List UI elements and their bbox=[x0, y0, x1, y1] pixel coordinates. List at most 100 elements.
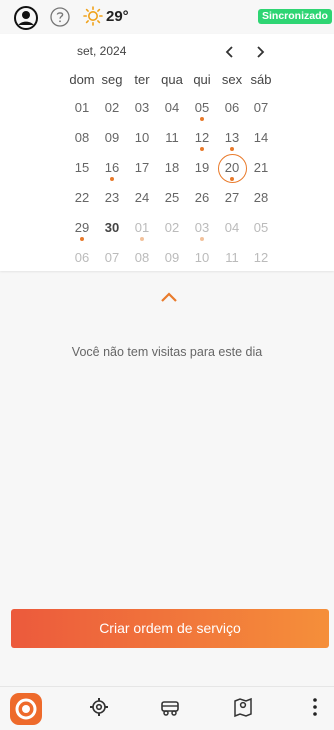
bottom-navigation bbox=[0, 686, 334, 726]
calendar-day[interactable]: 19 bbox=[187, 155, 217, 185]
visit-indicator-dot bbox=[80, 237, 84, 241]
calendar-day[interactable]: 13 bbox=[217, 125, 247, 155]
weekday-label: seg bbox=[101, 72, 123, 87]
visit-indicator-dot bbox=[230, 147, 234, 151]
weekday-label: sex bbox=[221, 72, 243, 87]
day-number: 20 bbox=[224, 160, 240, 175]
day-number: 15 bbox=[74, 160, 90, 175]
day-number: 29 bbox=[74, 220, 90, 235]
day-number: 11 bbox=[165, 130, 179, 145]
calendar-day[interactable]: 29 bbox=[67, 215, 97, 245]
weekday-label: ter bbox=[134, 72, 150, 87]
day-number: 13 bbox=[224, 130, 240, 145]
calendar-day[interactable]: 23 bbox=[97, 185, 127, 215]
calendar-day[interactable]: 27 bbox=[217, 185, 247, 215]
calendar-day[interactable]: 04 bbox=[157, 95, 187, 125]
calendar-day[interactable]: 28 bbox=[246, 185, 276, 215]
calendar-day[interactable]: 12 bbox=[187, 125, 217, 155]
empty-state-message: Você não tem visitas para este dia bbox=[71, 345, 263, 359]
day-number: 08 bbox=[134, 250, 150, 265]
day-number: 24 bbox=[134, 190, 150, 205]
day-number: 12 bbox=[194, 130, 210, 145]
calendar-day[interactable]: 18 bbox=[157, 155, 187, 185]
user-circle-icon[interactable] bbox=[14, 6, 38, 30]
calendar-day[interactable]: 16 bbox=[97, 155, 127, 185]
day-number: 25 bbox=[164, 190, 180, 205]
calendar-day[interactable]: 17 bbox=[127, 155, 157, 185]
day-number: 08 bbox=[74, 130, 90, 145]
weekday-label: qui bbox=[193, 72, 211, 87]
visit-indicator-dot bbox=[140, 237, 144, 241]
calendar-day[interactable]: 08 bbox=[67, 125, 97, 155]
calendar-day[interactable]: 01 bbox=[127, 215, 157, 245]
chevron-up-icon[interactable] bbox=[159, 290, 179, 304]
day-number: 03 bbox=[194, 220, 210, 235]
calendar-day[interactable]: 11 bbox=[157, 125, 187, 155]
day-number: 09 bbox=[104, 130, 120, 145]
calendar-day[interactable]: 10 bbox=[127, 125, 157, 155]
help-circle-icon[interactable] bbox=[50, 7, 70, 27]
day-number: 26 bbox=[194, 190, 210, 205]
more-vertical-icon[interactable] bbox=[304, 696, 326, 718]
day-number: 21 bbox=[253, 160, 269, 175]
calendar-day[interactable]: 25 bbox=[157, 185, 187, 215]
visit-indicator-dot bbox=[200, 147, 204, 151]
calendar-day[interactable]: 03 bbox=[127, 95, 157, 125]
visit-indicator-dot bbox=[230, 177, 234, 181]
day-number: 05 bbox=[194, 100, 210, 115]
vehicle-icon[interactable] bbox=[159, 696, 181, 718]
day-number: 07 bbox=[253, 100, 269, 115]
chevron-right-icon[interactable] bbox=[251, 43, 269, 61]
day-number: 12 bbox=[253, 250, 269, 265]
settings-tools-icon[interactable] bbox=[88, 696, 110, 718]
day-number: 05 bbox=[253, 220, 269, 235]
calendar-day[interactable]: 26 bbox=[187, 185, 217, 215]
calendar-day[interactable]: 06 bbox=[67, 245, 97, 275]
day-number: 07 bbox=[104, 250, 120, 265]
day-number: 11 bbox=[225, 250, 239, 265]
day-number: 02 bbox=[104, 100, 120, 115]
calendar-day[interactable]: 02 bbox=[97, 95, 127, 125]
temperature-label: 29° bbox=[106, 8, 129, 25]
calendar-day[interactable]: 12 bbox=[246, 245, 276, 275]
calendar-day-selected[interactable]: 20 bbox=[217, 154, 247, 185]
calendar-day[interactable]: 24 bbox=[127, 185, 157, 215]
sun-icon bbox=[83, 6, 103, 26]
calendar-day[interactable]: 06 bbox=[217, 95, 247, 125]
calendar-panel: set, 2024 dom seg ter qua qui sex sáb 01 02 03 04… bbox=[0, 34, 334, 271]
calendar-day[interactable]: 30 bbox=[97, 215, 127, 245]
calendar-day[interactable]: 08 bbox=[127, 245, 157, 275]
calendar-day[interactable]: 22 bbox=[67, 185, 97, 215]
calendar-day[interactable]: 02 bbox=[157, 215, 187, 245]
day-number: 27 bbox=[224, 190, 240, 205]
calendar-day[interactable]: 07 bbox=[246, 95, 276, 125]
day-number: 22 bbox=[74, 190, 90, 205]
app-logo-mark bbox=[15, 698, 37, 720]
calendar-day[interactable]: 09 bbox=[97, 125, 127, 155]
calendar-day[interactable]: 03 bbox=[187, 215, 217, 245]
calendar-day[interactable]: 04 bbox=[217, 215, 247, 245]
calendar-day[interactable]: 10 bbox=[187, 245, 217, 275]
logo-icon[interactable] bbox=[10, 693, 42, 725]
sync-status-badge: Sincronizado bbox=[258, 9, 332, 24]
chevron-left-icon[interactable] bbox=[221, 43, 239, 61]
day-number: 02 bbox=[164, 220, 180, 235]
create-service-order-button[interactable]: Criar ordem de serviço bbox=[11, 609, 329, 648]
weekday-label: sáb bbox=[250, 72, 272, 87]
calendar-day[interactable]: 01 bbox=[67, 95, 97, 125]
day-number: 03 bbox=[134, 100, 150, 115]
calendar-day[interactable]: 05 bbox=[187, 95, 217, 125]
calendar-day[interactable]: 09 bbox=[157, 245, 187, 275]
day-number: 09 bbox=[164, 250, 180, 265]
calendar-day[interactable]: 05 bbox=[246, 215, 276, 245]
top-bar: 29° Sincronizado bbox=[0, 0, 334, 34]
calendar-day[interactable]: 21 bbox=[246, 155, 276, 185]
calendar-day[interactable]: 11 bbox=[217, 245, 247, 275]
day-number: 04 bbox=[164, 100, 180, 115]
calendar-day[interactable]: 15 bbox=[67, 155, 97, 185]
map-pin-icon[interactable] bbox=[232, 696, 254, 718]
calendar-day[interactable]: 14 bbox=[246, 125, 276, 155]
calendar-day[interactable]: 07 bbox=[97, 245, 127, 275]
day-number: 06 bbox=[74, 250, 90, 265]
weekday-header: dom seg ter qua qui sex sáb bbox=[0, 72, 334, 88]
